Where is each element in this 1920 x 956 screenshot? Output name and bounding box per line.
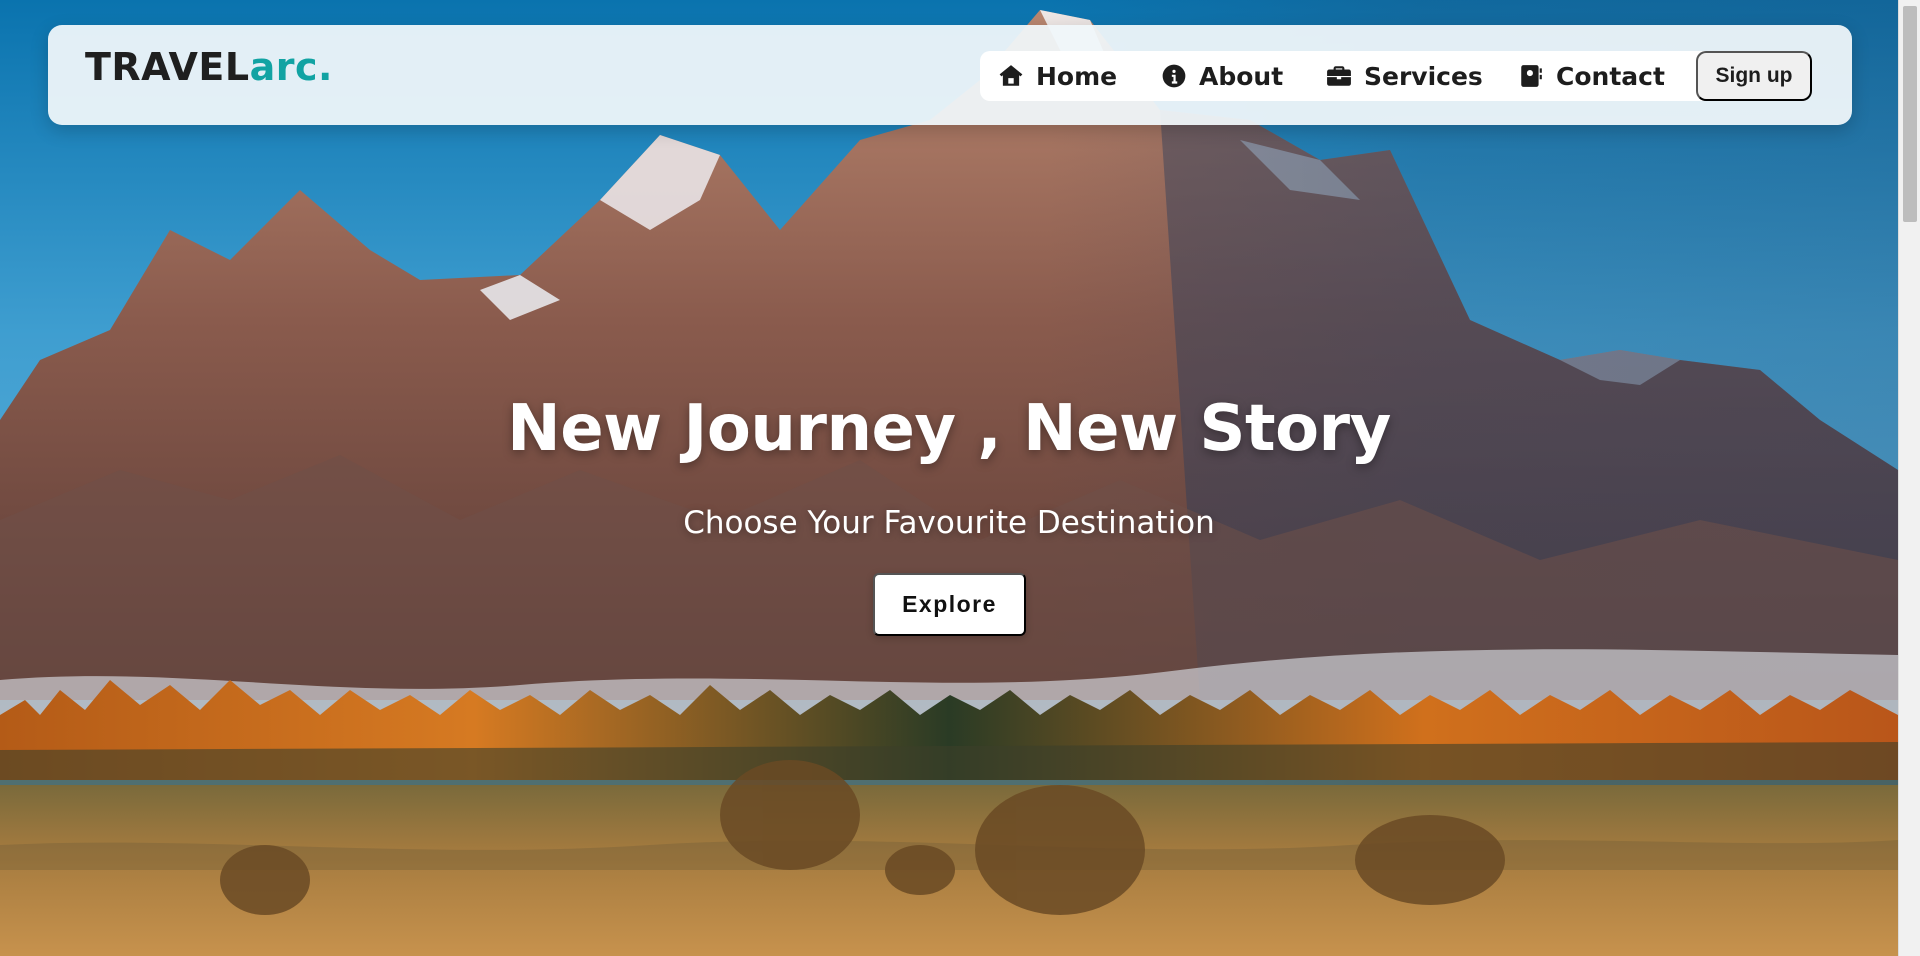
nav-item-contact[interactable]: Contact	[1518, 51, 1665, 101]
signup-button[interactable]: Sign up	[1696, 51, 1812, 101]
hero-subtitle: Choose Your Favourite Destination	[683, 505, 1215, 541]
info-icon	[1162, 64, 1186, 88]
nav-label-contact: Contact	[1556, 61, 1665, 91]
nav-item-about[interactable]: About	[1161, 51, 1283, 101]
brand-logo[interactable]: TRAVELarc.	[85, 45, 333, 89]
contact-book-icon	[1521, 65, 1542, 87]
page-viewport: TRAVELarc. Home About Services Contact S…	[0, 0, 1898, 956]
navbar: TRAVELarc. Home About Services Contact S…	[48, 25, 1852, 125]
hero-background-image	[0, 0, 1898, 956]
nav-label-about: About	[1199, 61, 1284, 91]
main-navigation: Home About Services Contact Sign up	[980, 51, 1812, 101]
brand-name-main: TRAVEL	[85, 45, 250, 89]
vertical-scrollbar[interactable]	[1898, 0, 1920, 956]
brand-name-accent: arc.	[249, 45, 333, 89]
home-icon	[999, 65, 1023, 86]
explore-button[interactable]: Explore	[873, 573, 1026, 636]
hero-title: New Journey , New Story	[507, 392, 1391, 466]
nav-item-services[interactable]: Services	[1326, 51, 1483, 101]
nav-item-home[interactable]: Home	[998, 51, 1117, 101]
briefcase-icon	[1327, 66, 1351, 86]
scrollbar-thumb[interactable]	[1903, 6, 1917, 222]
nav-label-services: Services	[1364, 61, 1483, 91]
nav-label-home: Home	[1036, 61, 1118, 91]
